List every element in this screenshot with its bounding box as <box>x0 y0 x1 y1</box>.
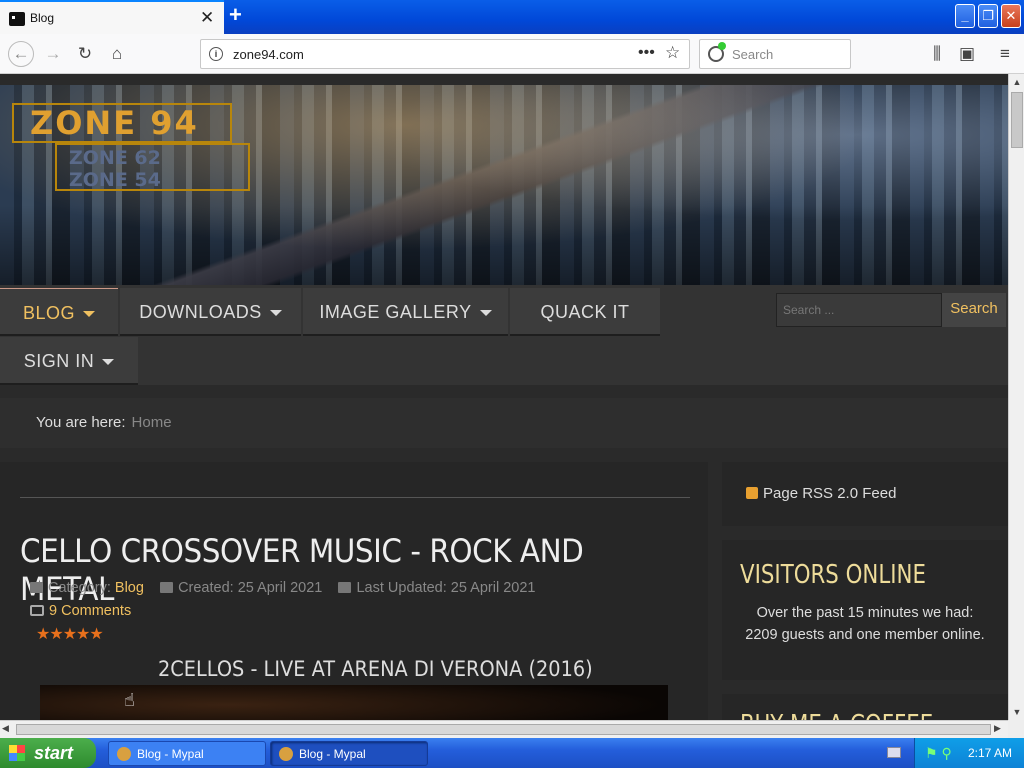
visitors-online-module: VISITORS ONLINE Over the past 15 minutes… <box>722 540 1008 680</box>
site-search-button[interactable]: Search <box>942 293 1006 327</box>
start-label: start <box>34 743 74 763</box>
breadcrumb-home-link[interactable]: Home <box>132 414 172 431</box>
site-search-input[interactable]: Search ... <box>776 293 942 327</box>
forward-arrow-icon[interactable]: → <box>41 42 65 66</box>
library-icon[interactable]: ⫼ <box>925 42 949 66</box>
vertical-scrollbar[interactable]: ▲ ▼ <box>1008 74 1024 720</box>
visitors-text: Over the past 15 minutes we had: 2209 gu… <box>745 605 985 643</box>
tray-status-icon[interactable]: ⚑ ⚲ <box>925 738 952 768</box>
comment-icon <box>30 605 44 616</box>
menu-item-sign-in[interactable]: SIGN IN <box>0 337 138 385</box>
menu-item-blog[interactable]: BLOG <box>0 288 118 336</box>
breadcrumb: You are here: Home <box>0 398 1008 448</box>
breadcrumb-label: You are here: <box>36 414 126 431</box>
system-tray: ⚑ ⚲ 2:17 AM <box>887 738 1024 768</box>
rss-feed-link[interactable]: Page RSS 2.0 Feed <box>722 462 1008 526</box>
rss-label[interactable]: Page RSS 2.0 Feed <box>763 485 896 502</box>
mypal-icon <box>279 747 293 761</box>
buy-coffee-module: BUY ME A COFFEE <box>722 694 1008 720</box>
close-window-button[interactable]: ✕ <box>1001 4 1021 28</box>
menu-item-quack-it[interactable]: QUACK IT <box>510 288 660 336</box>
page-actions-icon[interactable]: ••• <box>638 44 655 62</box>
tab-title: Blog <box>30 11 55 25</box>
site-menu: BLOG DOWNLOADS IMAGE GALLERY QUACK IT SI… <box>0 285 1008 385</box>
browser-search-field[interactable]: Search <box>699 39 851 69</box>
site-favicon-icon <box>9 12 25 26</box>
folder-icon <box>30 582 43 593</box>
site-logo-sub: ZONE 62 ZONE 54 <box>55 143 250 191</box>
created-date: Created: 25 April 2021 <box>178 580 323 596</box>
menu-label-quack-it: QUACK IT <box>540 302 630 322</box>
scrollbar-corner <box>1008 720 1024 738</box>
comments-count[interactable]: 9 Comments <box>49 603 131 619</box>
menu-item-image-gallery[interactable]: IMAGE GALLERY <box>303 288 508 336</box>
scroll-right-icon[interactable]: ▶ <box>994 723 1001 734</box>
back-arrow-icon[interactable]: ← <box>8 41 34 67</box>
url-bar[interactable]: i zone94.com ••• ☆ <box>200 39 690 69</box>
page-content: ZONE 94 ZONE 62 ZONE 54 BLOG DOWNLOADS I… <box>0 74 1008 720</box>
header-banner: ZONE 94 ZONE 62 ZONE 54 <box>0 85 1008 285</box>
windows-logo-icon <box>9 745 25 761</box>
article-title[interactable]: CELLO CROSSOVER MUSIC - ROCK AND METAL <box>20 532 653 608</box>
category-label: Category: <box>48 580 111 596</box>
title-bar: Blog ✕ + _ ❐ ✕ <box>0 0 1024 34</box>
site-logo[interactable]: ZONE 94 <box>12 103 232 143</box>
logo-sub-line-1: ZONE 62 <box>69 147 161 169</box>
rss-icon <box>746 487 758 499</box>
caret-down-icon <box>102 359 115 366</box>
vertical-scroll-thumb[interactable] <box>1011 92 1023 148</box>
star-rating[interactable]: ★★★★★ <box>36 624 104 644</box>
updated-date: Last Updated: 25 April 2021 <box>356 580 536 596</box>
menu-label-sign-in: SIGN IN <box>23 351 95 371</box>
taskbar: start Blog - Mypal Blog - Mypal ⚑ ⚲ 2:17… <box>0 738 1024 768</box>
start-button[interactable]: start <box>0 738 96 768</box>
hand-cursor-icon: ☝ <box>124 690 135 710</box>
article-meta: Category: Blog Created: 25 April 2021 La… <box>30 580 535 596</box>
tab-blog[interactable]: Blog ✕ <box>0 0 224 34</box>
comments-link[interactable]: 9 Comments <box>30 603 131 619</box>
task-label: Blog - Mypal <box>137 747 204 761</box>
calendar-icon <box>160 582 174 593</box>
bookmark-star-icon[interactable]: ☆ <box>665 43 680 63</box>
scroll-down-icon[interactable]: ▼ <box>1009 704 1024 720</box>
scroll-up-icon[interactable]: ▲ <box>1009 74 1024 90</box>
tab-close-icon[interactable]: ✕ <box>200 8 214 28</box>
reload-icon[interactable]: ↻ <box>73 42 97 66</box>
calendar-icon <box>338 582 352 593</box>
browser-search-placeholder[interactable]: Search <box>732 47 773 62</box>
menu-item-downloads[interactable]: DOWNLOADS <box>120 288 301 336</box>
main-article: CELLO CROSSOVER MUSIC - ROCK AND METAL C… <box>0 462 708 720</box>
minimize-button[interactable]: _ <box>955 4 975 28</box>
caret-down-icon <box>479 310 492 317</box>
new-tab-button[interactable]: + <box>229 2 242 28</box>
info-icon[interactable]: i <box>209 47 223 61</box>
task-label: Blog - Mypal <box>299 747 366 761</box>
coffee-title: BUY ME A COFFEE <box>740 710 933 720</box>
horizontal-scroll-thumb[interactable] <box>16 724 991 735</box>
mypal-icon <box>117 747 131 761</box>
navigation-toolbar: ← → ↻ ⌂ i zone94.com ••• ☆ Search ⫼ ▣ ≡ <box>0 34 1024 74</box>
caret-down-icon <box>83 311 96 318</box>
taskbar-item[interactable]: Blog - Mypal <box>108 741 266 766</box>
menu-label-downloads: DOWNLOADS <box>139 302 262 322</box>
scroll-left-icon[interactable]: ◀ <box>2 723 9 734</box>
search-icon <box>708 42 726 62</box>
home-icon[interactable]: ⌂ <box>105 42 129 66</box>
video-title: 2CELLOS - LIVE AT ARENA DI VERONA (2016) <box>158 657 593 681</box>
horizontal-scrollbar[interactable]: ◀ ▶ <box>0 720 1008 738</box>
divider <box>20 497 690 498</box>
visitors-title: VISITORS ONLINE <box>740 560 926 590</box>
taskbar-item-active[interactable]: Blog - Mypal <box>270 741 428 766</box>
keyboard-icon[interactable] <box>887 747 901 758</box>
caret-down-icon <box>269 310 282 317</box>
hamburger-menu-icon[interactable]: ≡ <box>993 42 1017 66</box>
logo-sub-line-2: ZONE 54 <box>69 169 161 191</box>
category-link[interactable]: Blog <box>115 580 144 596</box>
menu-label-image-gallery: IMAGE GALLERY <box>319 302 472 322</box>
menu-label-blog: BLOG <box>22 303 76 323</box>
clock[interactable]: 2:17 AM <box>968 738 1012 768</box>
url-text[interactable]: zone94.com <box>233 47 304 62</box>
maximize-button[interactable]: ❐ <box>978 4 998 28</box>
sidebar-toggle-icon[interactable]: ▣ <box>955 42 979 66</box>
